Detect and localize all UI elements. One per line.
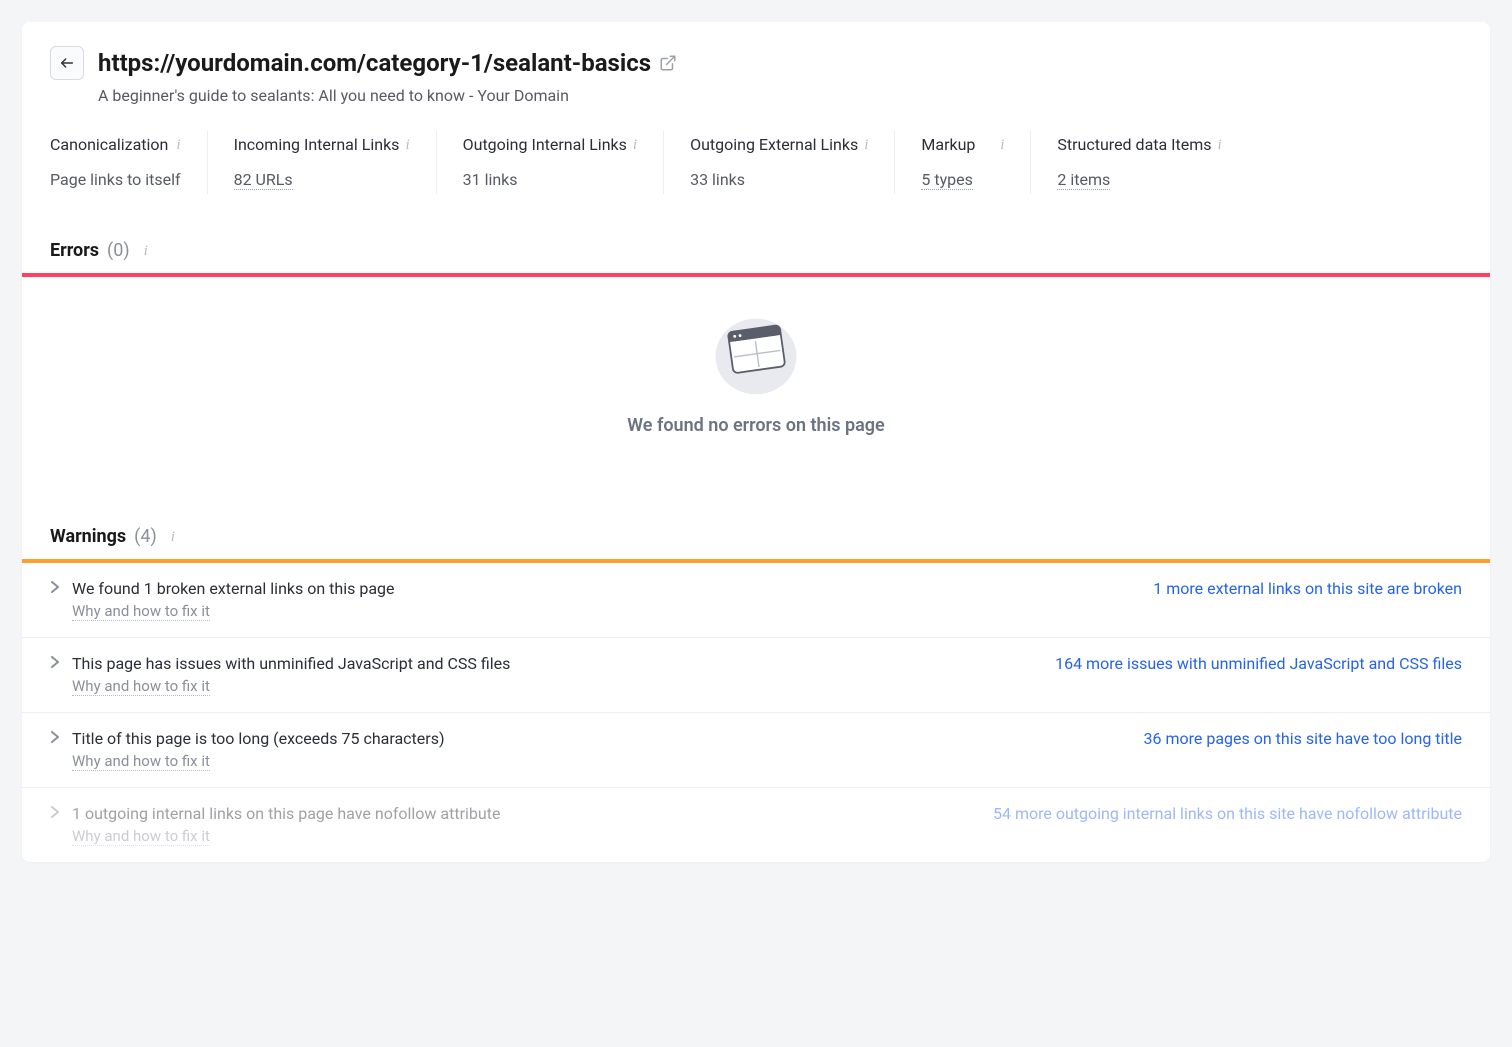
page-url-text: https://yourdomain.com/category-1/sealan… <box>98 49 651 77</box>
info-icon[interactable]: i <box>1218 135 1222 154</box>
stat-canonicalization: Canonicalization i Page links to itself <box>50 131 208 194</box>
stat-structured-data: Structured data Items i 2 items <box>1057 131 1247 194</box>
errors-empty-text: We found no errors on this page <box>627 415 884 436</box>
related-link[interactable]: 1 more external links on this site are b… <box>1153 579 1462 598</box>
info-icon[interactable]: i <box>633 135 637 154</box>
errors-title: Errors <box>50 240 99 261</box>
stat-value-link[interactable]: 2 items <box>1057 170 1110 190</box>
page-audit-card: https://yourdomain.com/category-1/sealan… <box>22 22 1490 862</box>
warning-row: 1 outgoing internal links on this page h… <box>22 788 1490 862</box>
warnings-list: We found 1 broken external links on this… <box>22 563 1490 862</box>
warning-title: This page has issues with unminified Jav… <box>72 654 510 673</box>
stat-label: Incoming Internal Links <box>234 135 400 156</box>
stat-label: Outgoing External Links <box>690 135 858 156</box>
stat-outgoing-external: Outgoing External Links i 33 links <box>690 131 895 194</box>
stats-row: Canonicalization i Page links to itself … <box>22 123 1490 222</box>
page-header: https://yourdomain.com/category-1/sealan… <box>22 22 1490 123</box>
chevron-right-icon[interactable] <box>50 729 60 771</box>
stat-markup: Markup i 5 types <box>921 131 1031 194</box>
warning-title: We found 1 broken external links on this… <box>72 579 394 598</box>
stat-value-link[interactable]: 82 URLs <box>234 170 293 190</box>
related-link[interactable]: 164 more issues with unminified JavaScri… <box>1055 654 1462 673</box>
warnings-section-head: Warnings (4) i <box>22 496 1490 559</box>
warning-row: This page has issues with unminified Jav… <box>22 638 1490 713</box>
related-link[interactable]: 54 more outgoing internal links on this … <box>993 804 1462 823</box>
fix-hint-link[interactable]: Why and how to fix it <box>72 677 210 696</box>
stat-label: Outgoing Internal Links <box>463 135 627 156</box>
info-icon[interactable]: i <box>405 135 409 154</box>
empty-illustration-icon <box>711 307 801 397</box>
arrow-left-icon <box>59 55 75 71</box>
stat-value: 33 links <box>690 170 868 189</box>
warning-row: We found 1 broken external links on this… <box>22 563 1490 638</box>
stat-value: 31 links <box>463 170 637 189</box>
external-link-icon[interactable] <box>659 54 677 72</box>
stat-value-link[interactable]: 5 types <box>921 170 973 190</box>
fix-hint-link[interactable]: Why and how to fix it <box>72 752 210 771</box>
stat-label: Canonicalization <box>50 135 168 156</box>
related-link[interactable]: 36 more pages on this site have too long… <box>1144 729 1462 748</box>
warning-row: Title of this page is too long (exceeds … <box>22 713 1490 788</box>
page-subtitle: A beginner's guide to sealants: All you … <box>98 86 1462 105</box>
warning-title: 1 outgoing internal links on this page h… <box>72 804 500 823</box>
stat-label: Markup <box>921 135 975 156</box>
chevron-right-icon[interactable] <box>50 804 60 846</box>
stat-incoming-internal: Incoming Internal Links i 82 URLs <box>234 131 437 194</box>
warnings-count: (4) <box>134 526 157 547</box>
info-icon[interactable]: i <box>176 135 180 154</box>
warning-title: Title of this page is too long (exceeds … <box>72 729 445 748</box>
back-button[interactable] <box>50 46 84 80</box>
info-icon[interactable]: i <box>144 241 148 260</box>
errors-empty-state: We found no errors on this page <box>22 277 1490 496</box>
chevron-right-icon[interactable] <box>50 654 60 696</box>
stat-value: Page links to itself <box>50 170 181 189</box>
page-url: https://yourdomain.com/category-1/sealan… <box>98 49 677 77</box>
fix-hint-link[interactable]: Why and how to fix it <box>72 602 210 621</box>
fix-hint-link[interactable]: Why and how to fix it <box>72 827 210 846</box>
chevron-right-icon[interactable] <box>50 579 60 621</box>
info-icon[interactable]: i <box>864 135 868 154</box>
info-icon[interactable]: i <box>171 527 175 546</box>
info-icon[interactable]: i <box>1000 135 1004 154</box>
errors-count: (0) <box>107 240 130 261</box>
errors-section-head: Errors (0) i <box>22 222 1490 273</box>
warnings-title: Warnings <box>50 526 126 547</box>
stat-outgoing-internal: Outgoing Internal Links i 31 links <box>463 131 664 194</box>
stat-label: Structured data Items <box>1057 135 1211 156</box>
